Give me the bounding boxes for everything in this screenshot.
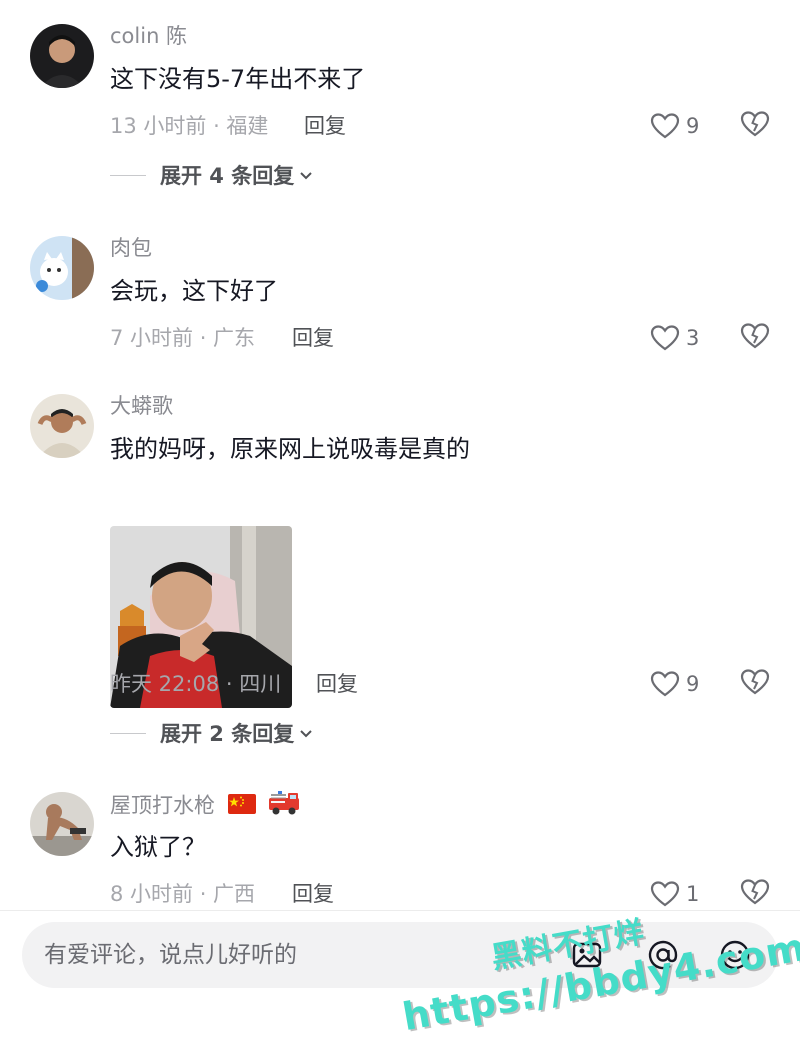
divider-line — [110, 174, 146, 176]
like-count: 9 — [686, 672, 700, 696]
dislike-button[interactable] — [740, 668, 772, 700]
username-text: 屋顶打水枪 — [110, 793, 215, 818]
comment-username[interactable]: 肉包 — [110, 234, 780, 262]
china-flag-icon — [227, 793, 256, 821]
avatar[interactable] — [30, 236, 94, 300]
heart-outline-icon — [650, 671, 680, 697]
fire-truck-icon — [268, 790, 300, 823]
expand-replies-label: 展开 4 条回复 — [160, 164, 295, 188]
chevron-down-icon — [300, 172, 312, 180]
like-count: 9 — [686, 114, 700, 138]
expand-replies-button[interactable]: 展开 4 条回复 — [110, 160, 314, 190]
comment-meta: 8 小时前 · 广西 — [110, 882, 256, 906]
avatar[interactable] — [30, 394, 94, 458]
reply-button[interactable]: 回复 — [292, 324, 334, 352]
broken-heart-icon — [740, 879, 770, 905]
dislike-button[interactable] — [740, 878, 772, 910]
comment-username[interactable]: colin 陈 — [110, 22, 780, 50]
broken-heart-icon — [740, 669, 770, 695]
avatar[interactable] — [30, 792, 94, 856]
comment-meta: 7 小时前 · 广东 — [110, 326, 256, 350]
comment-meta: 13 小时前 · 福建 — [110, 114, 269, 138]
reply-button[interactable]: 回复 — [316, 670, 358, 698]
heart-outline-icon — [650, 113, 680, 139]
like-button[interactable]: 9 — [650, 110, 720, 142]
expand-replies-button[interactable]: 展开 2 条回复 — [110, 718, 314, 748]
reply-button[interactable]: 回复 — [292, 880, 334, 908]
comment-username[interactable]: 大蟒歌 — [110, 392, 780, 420]
input-divider — [0, 910, 800, 911]
comment-meta: 昨天 22:08 · 四川 — [110, 672, 282, 696]
avatar[interactable] — [30, 24, 94, 88]
broken-heart-icon — [740, 111, 770, 137]
reply-button[interactable]: 回复 — [304, 112, 346, 140]
like-button[interactable]: 9 — [650, 668, 720, 700]
heart-outline-icon — [650, 325, 680, 351]
heart-outline-icon — [650, 881, 680, 907]
like-count: 1 — [686, 882, 700, 906]
divider-line — [110, 732, 146, 734]
like-button[interactable]: 3 — [650, 322, 720, 354]
dislike-button[interactable] — [740, 322, 772, 354]
comment-text: 入狱了？ — [110, 833, 206, 861]
dislike-button[interactable] — [740, 110, 772, 142]
chevron-down-icon — [300, 730, 312, 738]
comment-text: 这下没有5-7年出不来了 — [110, 65, 366, 93]
comment-username[interactable]: 屋顶打水枪 — [110, 790, 780, 818]
comment-text: 会玩，这下好了 — [110, 277, 278, 305]
like-button[interactable]: 1 — [650, 878, 720, 910]
like-count: 3 — [686, 326, 700, 350]
comment-text: 我的妈呀，原来网上说吸毒是真的 — [110, 435, 470, 463]
comment-input-placeholder: 有爱评论，说点儿好听的 — [44, 942, 297, 968]
expand-replies-label: 展开 2 条回复 — [160, 722, 295, 746]
broken-heart-icon — [740, 323, 770, 349]
